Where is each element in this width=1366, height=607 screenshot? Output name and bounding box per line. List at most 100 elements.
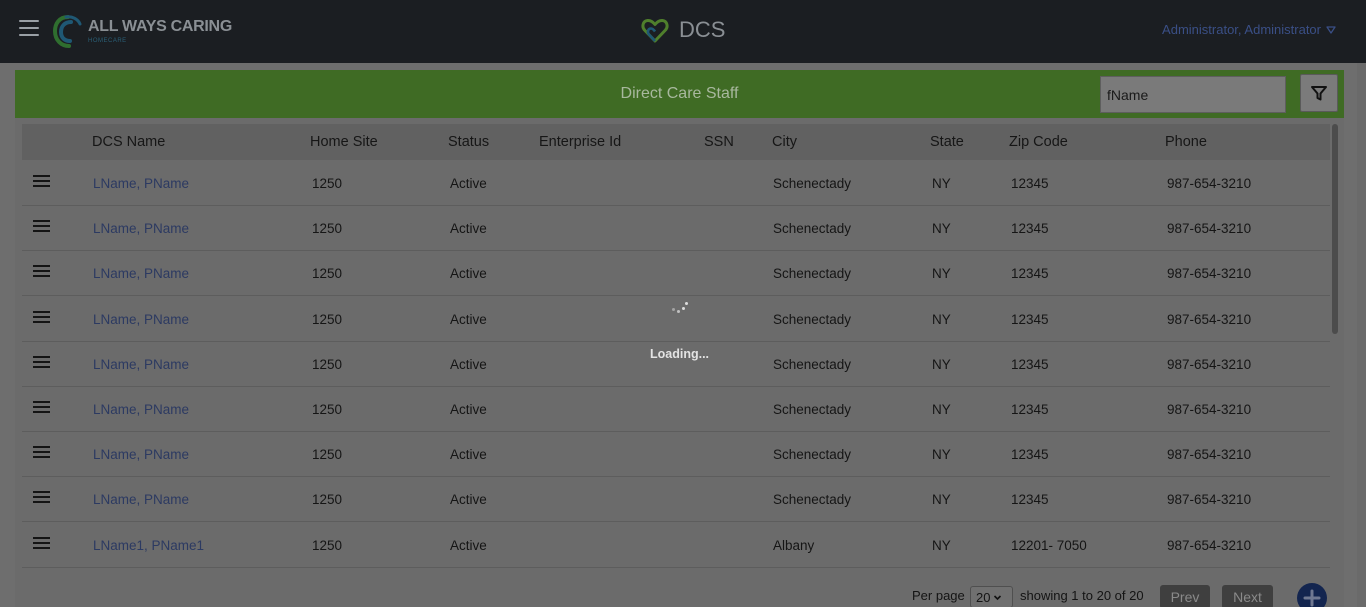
heart-logo-icon	[641, 18, 669, 43]
row-state: NY	[932, 356, 951, 372]
row-state: NY	[932, 176, 951, 191]
row-menu-icon[interactable]	[33, 265, 50, 278]
table-header: DCS Name Home Site Status Enterprise Id …	[22, 124, 1330, 160]
row-status: Active	[450, 537, 487, 553]
row-home-site: 1250	[312, 266, 343, 282]
row-phone: 987-654-3210	[1167, 537, 1252, 553]
next-button[interactable]: Next	[1222, 585, 1273, 607]
header-dcs-name[interactable]: DCS Name	[92, 124, 165, 160]
row-menu-icon[interactable]	[33, 446, 50, 459]
header-zip-code[interactable]: Zip Code	[1009, 124, 1068, 160]
row-menu-icon[interactable]	[33, 355, 50, 369]
row-menu-icon[interactable]	[33, 536, 50, 550]
brand-subtitle: HOMECARE	[88, 37, 127, 44]
row-name-link[interactable]: LName, PName	[93, 477, 189, 522]
user-name: Administrator, Administrator	[1162, 22, 1321, 37]
per-page-select[interactable]: 20	[970, 586, 1013, 607]
row-city: Schenectady	[773, 311, 852, 327]
row-home-site: 1250	[312, 311, 343, 327]
row-city: Schenectady	[773, 356, 852, 372]
triangle-down-icon	[1326, 25, 1336, 34]
row-zip-code: 12345	[1011, 356, 1049, 372]
chevron-down-icon	[994, 594, 1002, 600]
showing-count: showing 1 to 20 of 20	[1020, 588, 1144, 603]
row-state: NY	[932, 402, 951, 417]
row-menu-icon[interactable]	[33, 310, 50, 324]
table-scrollbar[interactable]	[1332, 124, 1338, 334]
row-state: NY	[932, 447, 951, 463]
prev-button[interactable]: Prev	[1160, 585, 1210, 607]
row-home-site: 1250	[312, 492, 343, 508]
header-phone[interactable]: Phone	[1165, 124, 1207, 160]
row-status: Active	[450, 447, 487, 463]
row-name-link[interactable]: LName, PName	[93, 342, 189, 387]
table-row: LName, PName 1250 Active Schenectady NY 12345…	[22, 161, 1330, 206]
row-home-site: 1250	[312, 537, 343, 553]
row-state: NY	[932, 492, 951, 508]
header-status[interactable]: Status	[448, 124, 489, 160]
row-home-site: 1250	[312, 176, 343, 191]
row-city: Schenectady	[773, 402, 852, 417]
row-name-link[interactable]: LName, PName	[93, 432, 189, 477]
row-menu-icon[interactable]	[33, 175, 50, 188]
table-row: LName, PName 1250 Active Schenectady NY 12345…	[22, 206, 1330, 252]
header-state[interactable]: State	[930, 124, 964, 160]
row-state: NY	[932, 221, 951, 237]
row-name-link[interactable]: LName, PName	[93, 387, 189, 432]
per-page-value: 20	[976, 589, 991, 605]
row-zip-code: 12345	[1011, 447, 1049, 463]
row-phone: 987-654-3210	[1167, 221, 1252, 237]
table-row: LName, PName 1250 Active Schenectady NY 12345…	[22, 432, 1330, 478]
row-menu-icon[interactable]	[33, 220, 50, 233]
filter-button[interactable]	[1300, 74, 1338, 112]
top-navbar: ALL WAYS CARING HOMECARE DCS Administrat…	[0, 0, 1366, 63]
row-name-link[interactable]: LName, PName	[93, 161, 189, 206]
table-row: LName, PName 1250 Active Schenectady NY 12345…	[22, 387, 1330, 432]
row-zip-code: 12345	[1011, 311, 1049, 327]
row-phone: 987-654-3210	[1167, 447, 1252, 463]
row-status: Active	[450, 402, 487, 417]
row-name-link[interactable]: LName, PName	[93, 206, 189, 251]
header-ssn[interactable]: SSN	[704, 124, 734, 160]
row-home-site: 1250	[312, 402, 343, 417]
header-enterprise-id[interactable]: Enterprise Id	[539, 124, 621, 160]
app-name: DCS	[679, 17, 726, 42]
add-staff-button[interactable]	[1297, 583, 1327, 607]
row-name-link[interactable]: LName, PName	[93, 251, 189, 296]
all-ways-caring-logo	[52, 15, 82, 48]
spinner-icon	[670, 300, 690, 314]
row-name-link[interactable]: LName, PName	[93, 297, 189, 342]
row-name-link[interactable]: LName1, PName1	[93, 523, 204, 568]
row-city: Albany	[773, 537, 815, 553]
header-city[interactable]: City	[772, 124, 797, 160]
row-zip-code: 12345	[1011, 266, 1049, 282]
row-city: Schenectady	[773, 492, 852, 508]
hamburger-menu-icon[interactable]	[19, 20, 39, 36]
search-input[interactable]	[1100, 76, 1286, 113]
row-menu-icon[interactable]	[33, 401, 50, 414]
row-status: Active	[450, 266, 487, 282]
row-menu-icon[interactable]	[33, 491, 50, 504]
user-menu[interactable]: Administrator, Administrator	[1162, 22, 1336, 37]
row-city: Schenectady	[773, 266, 852, 282]
row-zip-code: 12201- 7050	[1011, 537, 1087, 553]
plus-icon	[1303, 589, 1321, 607]
page-scrollbar[interactable]	[1357, 63, 1366, 607]
row-city: Schenectady	[773, 176, 852, 191]
header-home-site[interactable]: Home Site	[310, 124, 378, 160]
row-phone: 987-654-3210	[1167, 402, 1252, 417]
row-zip-code: 12345	[1011, 176, 1049, 191]
row-phone: 987-654-3210	[1167, 492, 1252, 508]
table-row: LName, PName 1250 Active Schenectady NY 12345…	[22, 477, 1330, 523]
row-status: Active	[450, 176, 487, 191]
filter-funnel-icon	[1311, 86, 1327, 101]
row-city: Schenectady	[773, 221, 852, 237]
app-title: DCS	[641, 16, 725, 44]
per-page-label: Per page	[912, 588, 965, 603]
table-row: LName1, PName1 1250 Active Albany NY 12201- 7…	[22, 523, 1330, 568]
row-zip-code: 12345	[1011, 221, 1049, 237]
row-status: Active	[450, 221, 487, 237]
row-zip-code: 12345	[1011, 492, 1049, 508]
brand-logo[interactable]: ALL WAYS CARING HOMECARE	[52, 12, 232, 50]
row-home-site: 1250	[312, 221, 343, 237]
